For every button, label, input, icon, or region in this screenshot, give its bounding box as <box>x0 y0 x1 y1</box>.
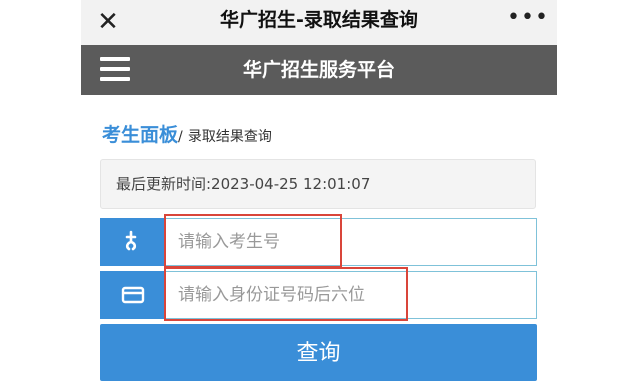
exam-number-input[interactable] <box>164 218 537 266</box>
exam-number-addon <box>100 218 164 266</box>
breadcrumb-separator: / <box>178 129 183 145</box>
breadcrumb-home[interactable]: 考生面板 <box>102 124 178 146</box>
site-header: 华广招生服务平台 <box>81 45 557 95</box>
browser-topbar: ✕ 华广招生-录取结果查询 ••• <box>81 0 557 45</box>
update-time-panel: 最后更新时间:2023-04-25 12:01:07 <box>100 159 536 209</box>
query-button[interactable]: 查询 <box>100 324 537 381</box>
id-number-addon <box>100 271 164 319</box>
breadcrumb-current: 录取结果查询 <box>187 129 272 145</box>
user-icon <box>125 230 137 251</box>
breadcrumb: 考生面板/ 录取结果查询 <box>102 120 272 150</box>
site-title: 华广招生服务平台 <box>242 59 395 81</box>
id-card-icon <box>121 286 145 304</box>
more-icon[interactable]: ••• <box>507 5 548 35</box>
page-title: 华广招生-录取结果查询 <box>220 9 418 31</box>
update-time-text: 最后更新时间:2023-04-25 12:01:07 <box>116 175 371 193</box>
id-number-row <box>100 267 537 321</box>
id-number-input[interactable] <box>164 271 537 319</box>
exam-number-row <box>100 214 537 268</box>
